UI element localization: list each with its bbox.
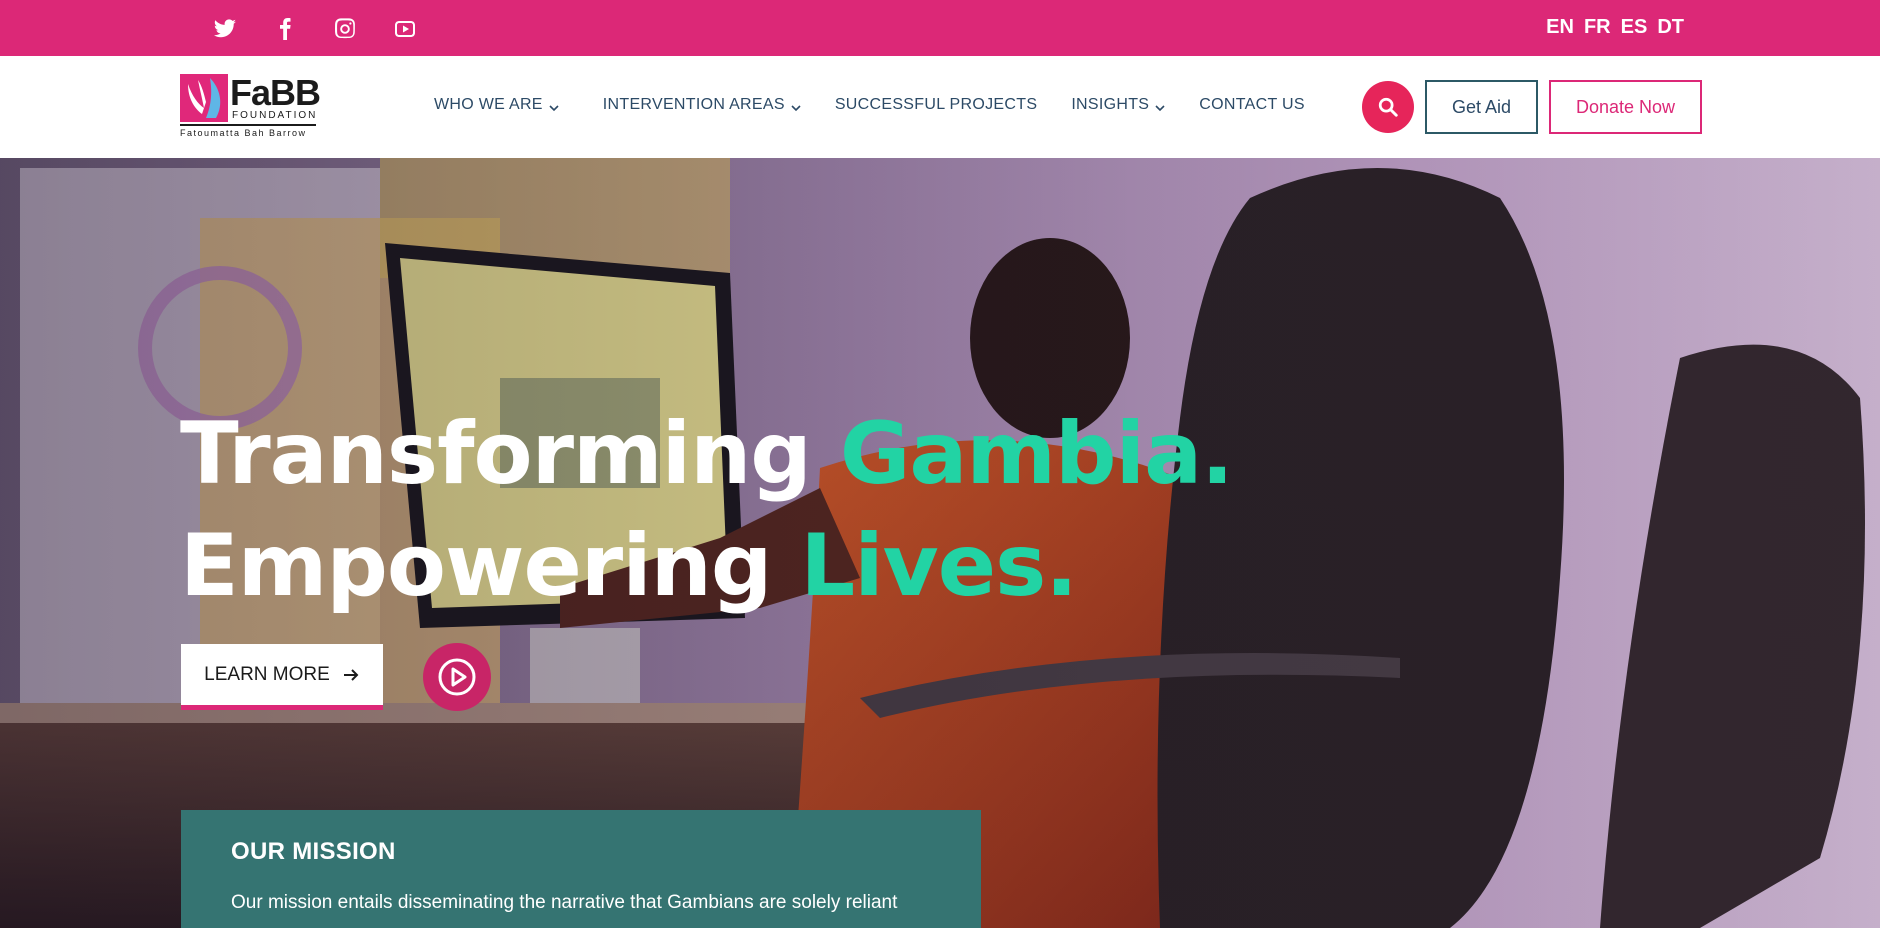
fabb-logo-icon <box>180 74 228 122</box>
chevron-down-icon <box>549 100 559 112</box>
nav-item-who-we-are[interactable]: WHO WE ARE <box>434 96 559 114</box>
instagram-icon <box>335 18 355 39</box>
mission-card: OUR MISSION Our mission entails dissemin… <box>181 810 981 928</box>
search-button[interactable] <box>1362 81 1414 133</box>
hero-headline: Transforming Gambia. Empowering Lives. <box>180 398 1234 622</box>
learn-more-button[interactable]: LEARN MORE <box>181 644 383 710</box>
mission-text: Our mission entails disseminating the na… <box>231 892 898 913</box>
get-aid-button[interactable]: Get Aid <box>1425 80 1538 134</box>
arrow-right-icon <box>343 668 359 681</box>
facebook-icon <box>280 18 291 40</box>
nav-item-contact-us[interactable]: CONTACT US <box>1199 96 1305 114</box>
social-links <box>210 14 420 44</box>
chevron-down-icon <box>1155 100 1165 112</box>
nav-item-successful-projects[interactable]: SUCCESSFUL PROJECTS <box>835 96 1037 114</box>
search-icon <box>1378 97 1398 117</box>
mission-title: OUR MISSION <box>231 838 396 865</box>
lang-en[interactable]: EN <box>1546 16 1574 39</box>
lang-dt[interactable]: DT <box>1657 16 1684 39</box>
nav-item-label: INSIGHTS <box>1071 96 1150 113</box>
twitter-link[interactable] <box>210 14 240 44</box>
nav-item-label: SUCCESSFUL PROJECTS <box>834 96 1038 113</box>
play-video-button[interactable] <box>423 643 491 711</box>
hero-line1-accent: Gambia. <box>839 404 1234 504</box>
learn-more-label: LEARN MORE <box>204 663 330 685</box>
logo-divider <box>180 124 316 126</box>
nav-item-label: WHO WE ARE <box>434 96 543 113</box>
nav-item-insights[interactable]: INSIGHTS <box>1071 96 1165 114</box>
top-bar: EN FR ES DT <box>0 0 1880 56</box>
play-circle-icon <box>438 658 476 696</box>
youtube-icon <box>395 21 415 37</box>
hero-line2-accent: Lives. <box>800 516 1078 616</box>
nav-item-intervention-areas[interactable]: INTERVENTION AREAS <box>603 96 801 114</box>
main-navigation: FaBB FOUNDATION Fatoumatta Bah Barrow WH… <box>0 56 1880 158</box>
hero-section: Transforming Gambia. Empowering Lives. L… <box>0 158 1880 928</box>
fabb-logo[interactable]: FaBB FOUNDATION Fatoumatta Bah Barrow <box>180 72 321 140</box>
logo-subtitle: FOUNDATION <box>232 110 318 121</box>
nav-item-label: CONTACT US <box>1199 96 1305 113</box>
hero-line1-white: Transforming <box>180 404 840 504</box>
instagram-link[interactable] <box>330 14 360 44</box>
lang-es[interactable]: ES <box>1621 16 1648 39</box>
hero-line2-white: Empowering <box>180 516 801 616</box>
logo-name: FaBB <box>230 72 321 113</box>
facebook-link[interactable] <box>270 14 300 44</box>
youtube-link[interactable] <box>390 14 420 44</box>
nav-item-label: INTERVENTION AREAS <box>602 96 785 113</box>
chevron-down-icon <box>791 100 801 112</box>
logo-tagline: Fatoumatta Bah Barrow <box>180 128 307 138</box>
lang-fr[interactable]: FR <box>1584 16 1611 39</box>
twitter-icon <box>214 19 236 38</box>
donate-now-button[interactable]: Donate Now <box>1549 80 1702 134</box>
nav-menu: WHO WE ARE INTERVENTION AREAS SUCCESSFUL… <box>434 96 1305 114</box>
language-switcher: EN FR ES DT <box>1546 16 1684 39</box>
